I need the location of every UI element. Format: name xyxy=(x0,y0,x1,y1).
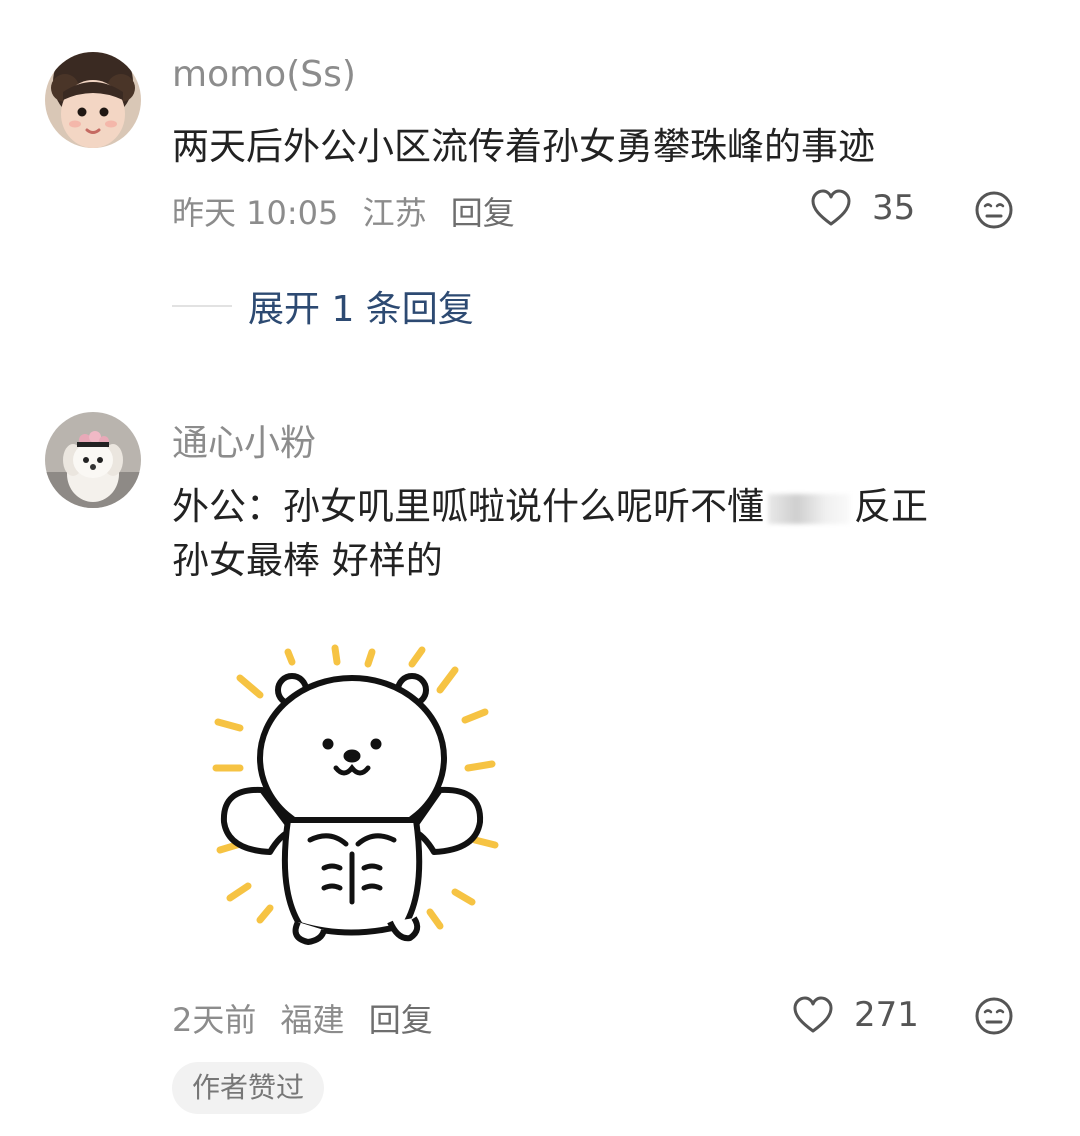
heart-icon xyxy=(793,996,833,1033)
comment-text-part2: 反正 xyxy=(854,485,928,528)
comment-text-line2: 孙女最棒 好样的 xyxy=(172,539,443,582)
comment-text-part1: 外公：孙女叽里呱啦说什么呢听不懂 xyxy=(172,485,764,528)
user-avatar[interactable] xyxy=(45,52,141,148)
expand-replies-label[interactable]: 展开 1 条回复 xyxy=(248,280,474,332)
like-button[interactable]: 35 xyxy=(810,188,915,228)
reply-button[interactable]: 回复 xyxy=(369,1001,433,1039)
comment-location: 江苏 xyxy=(362,194,427,232)
username[interactable]: momo(Ss) xyxy=(172,54,356,95)
comment-time: 2天前 xyxy=(172,1001,257,1039)
divider xyxy=(172,305,232,307)
baby-avatar-icon xyxy=(45,52,141,148)
neutral-face-icon[interactable] xyxy=(974,996,1014,1036)
expand-replies[interactable]: 展开 1 条回复 xyxy=(172,280,474,332)
author-liked-badge: 作者赞过 xyxy=(172,1062,325,1114)
reply-button[interactable]: 回复 xyxy=(451,194,515,232)
user-avatar[interactable] xyxy=(45,412,141,508)
neutral-face-icon[interactable] xyxy=(974,190,1014,230)
comment-meta: 2天前 福建 回复 xyxy=(172,995,447,1041)
like-button[interactable]: 271 xyxy=(792,995,919,1035)
username[interactable]: 通心小粉 xyxy=(172,414,316,466)
comment-location: 福建 xyxy=(280,1001,345,1039)
comment-time: 昨天 10:05 xyxy=(172,194,339,232)
muscle-bear-sticker-icon[interactable] xyxy=(200,640,510,960)
comment-meta: 昨天 10:05 江苏 回复 xyxy=(172,188,529,234)
heart-icon xyxy=(811,189,851,226)
comment-text: 外公：孙女叽里呱啦说什么呢听不懂 反正 孙女最棒 好样的 xyxy=(172,480,1022,588)
like-count: 271 xyxy=(854,995,919,1035)
like-count: 35 xyxy=(872,188,916,228)
white-dog-avatar-icon xyxy=(45,412,141,508)
comment-text: 两天后外公小区流传着孙女勇攀珠峰的事迹 xyxy=(172,125,875,168)
censored-blur xyxy=(768,493,850,524)
